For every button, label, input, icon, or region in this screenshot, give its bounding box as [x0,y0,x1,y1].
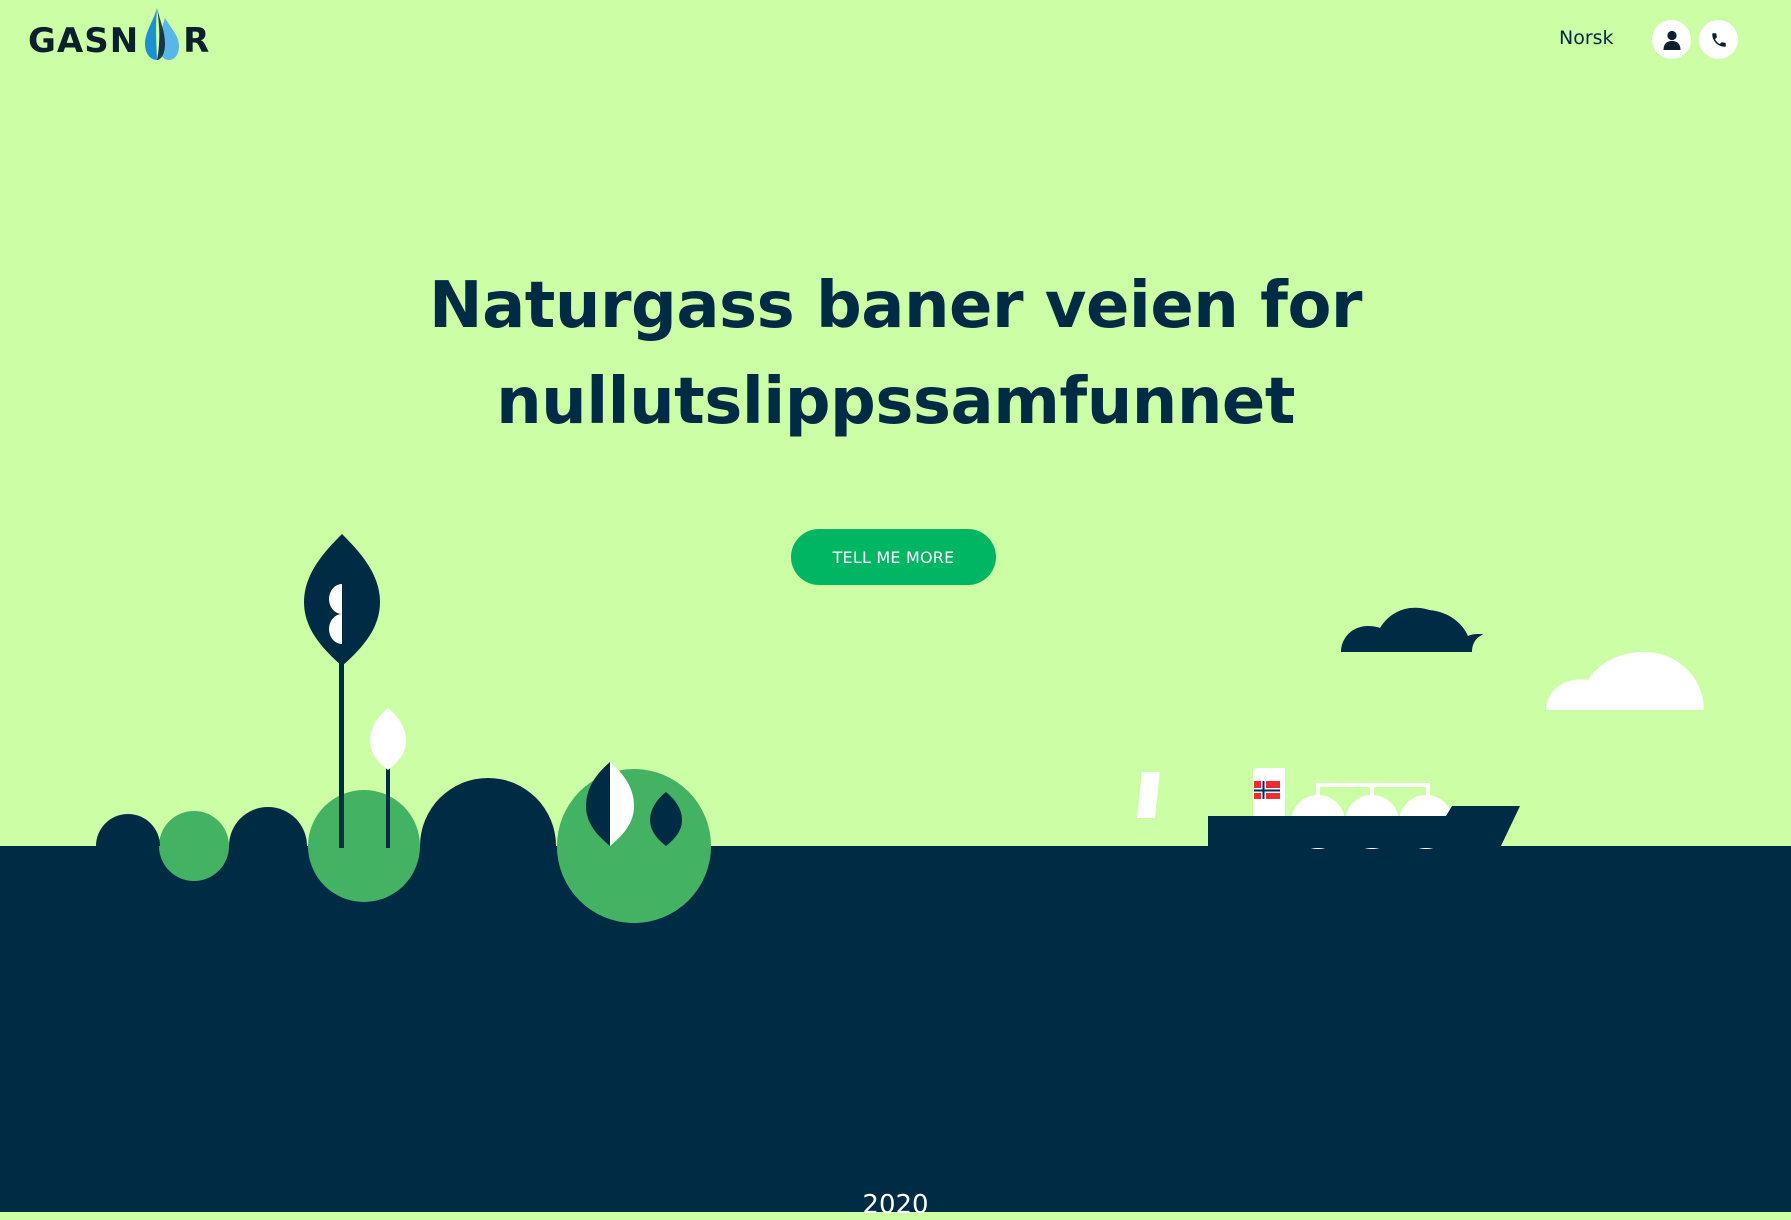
flame-drop-icon [145,8,180,60]
account-button[interactable] [1652,20,1691,59]
small-navy-leaf [650,792,682,846]
gasnor-logo[interactable]: GASN R [28,4,210,62]
small-tree-stem [386,752,390,848]
ship-bridge [1253,768,1285,818]
tell-me-more-button[interactable]: TELL ME MORE [791,529,996,585]
lng-tank-3 [1399,795,1453,849]
site-header: GASN R Norsk [0,0,1791,80]
navy-hill-3 [420,778,556,846]
contact-phone-button[interactable] [1699,20,1738,59]
ship-hull [1208,806,1520,848]
hero-title-line2: nullutslippssamfunnet [496,365,1295,439]
navy-hill-3-base [420,846,556,860]
green-pond-3-redraw [557,846,711,923]
hero-title-line1: Naturgass baner veien for [429,269,1362,343]
navy-cloud-shape [1341,607,1472,652]
white-cloud [1546,652,1704,710]
leaf-white-notch-1 [329,584,342,614]
norwegian-flag [1254,781,1280,799]
ship-smokestack [1137,772,1160,818]
lng-tank-1 [1291,795,1345,849]
logo-text-left: GASN [28,21,140,61]
navy-hill-1 [96,814,160,846]
green-pond-2 [308,790,420,902]
ship-rail-top [1316,783,1430,787]
tall-tree-leaf [304,534,380,666]
navy-hill-2 [229,807,307,846]
navy-cloud [1341,610,1484,652]
timeline-year: 2020 [862,1190,929,1220]
lng-ship [1137,768,1520,849]
green-pond-1 [159,811,229,881]
split-leaf-white [610,762,634,846]
language-selector[interactable]: Norsk [1559,27,1614,49]
logo-text-right: R [183,21,211,61]
tall-tree-stem [339,640,344,848]
user-icon [1663,30,1680,50]
phone-icon [1711,32,1726,47]
green-pond-3 [557,769,711,923]
navy-ground [0,846,1791,1212]
leaf-white-notch-2 [329,614,342,644]
split-leaf-navy [586,762,610,846]
hero-title: Naturgass baner veien for nullutslippssa… [0,258,1791,450]
small-tree-leaf [370,708,406,770]
hero-illustration [0,534,1791,1212]
lng-tank-2 [1345,795,1399,849]
